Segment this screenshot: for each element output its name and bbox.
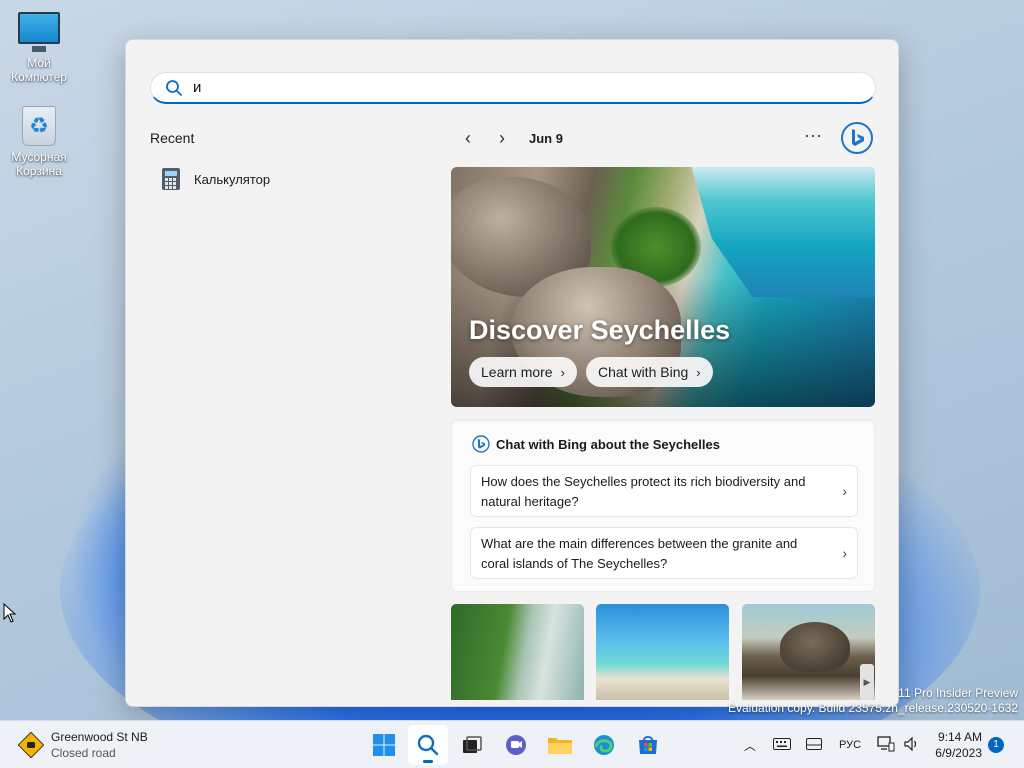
evaluation-watermark: 11 Pro Insider Preview Evaluation copy. … <box>728 686 1018 716</box>
pen-workspace-button[interactable] <box>798 737 830 753</box>
speaker-icon <box>904 736 917 751</box>
mouse-cursor-icon <box>3 603 17 623</box>
system-tray: ︿ РУС <box>734 721 922 768</box>
start-search-panel: Recent Калькулятор ‹ › Jun 9 ··· Discove… <box>125 39 899 707</box>
highlights-nav: ‹ › Jun 9 ··· <box>451 121 875 155</box>
hero-card[interactable]: Discover Seychelles Learn more › Chat wi… <box>451 167 875 407</box>
watermark-line-1: 11 Pro Insider Preview <box>898 686 1018 700</box>
chevron-right-icon: › <box>842 545 847 561</box>
previous-button[interactable]: ‹ <box>451 124 485 152</box>
question-text: What are the main differences between th… <box>481 536 798 571</box>
display-icon <box>806 737 822 750</box>
start-icon <box>373 734 395 756</box>
chevron-right-icon: › <box>499 127 505 148</box>
bing-button[interactable] <box>840 121 874 155</box>
traffic-status: Closed road <box>51 746 116 760</box>
thumbnail-beach[interactable] <box>596 604 729 700</box>
network-icon <box>877 735 895 751</box>
desktop-icon-label: Мусорная Корзина <box>11 150 67 178</box>
bing-chat-heading: Chat with Bing about the Seychelles <box>472 435 720 453</box>
task-view-icon <box>463 736 482 753</box>
touch-keyboard-button[interactable] <box>766 737 798 753</box>
desktop-icon-label: Мой Компютер <box>11 56 67 84</box>
search-input[interactable] <box>193 79 793 96</box>
search-icon <box>417 734 439 756</box>
computer-icon <box>18 12 60 52</box>
bing-question-1[interactable]: How does the Seychelles protect its rich… <box>470 465 858 517</box>
more-options-button[interactable]: ··· <box>799 124 827 152</box>
chevron-left-icon: ‹ <box>465 127 471 148</box>
chat-with-bing-label: Chat with Bing <box>598 364 689 380</box>
bing-chat-card: Chat with Bing about the Seychelles How … <box>451 420 875 592</box>
edge-icon <box>594 735 614 755</box>
learn-more-label: Learn more <box>481 364 553 380</box>
file-explorer-button[interactable] <box>540 725 580 765</box>
search-icon <box>166 79 182 96</box>
store-button[interactable] <box>628 725 668 765</box>
input-language-button[interactable]: РУС <box>830 739 870 751</box>
traffic-title: Greenwood St NB <box>51 730 148 744</box>
recent-heading: Recent <box>150 130 195 146</box>
desktop-icon-recycle-bin[interactable]: ♻ Мусорная Корзина <box>0 106 78 178</box>
learn-more-button[interactable]: Learn more › <box>469 357 577 387</box>
thumbnail-coast[interactable] <box>451 604 584 700</box>
taskbar-search-button[interactable] <box>408 725 448 765</box>
recent-item-calculator[interactable]: Калькулятор <box>162 166 270 192</box>
volume-button[interactable] <box>902 736 922 754</box>
bing-chat-heading-text: Chat with Bing about the Seychelles <box>496 436 720 452</box>
clock-time: 9:14 AM <box>937 730 982 744</box>
watermark-line-2: Evaluation copy. Build 23575.zn_release.… <box>728 701 1018 715</box>
edge-button[interactable] <box>584 725 624 765</box>
keyboard-icon <box>773 737 791 750</box>
desktop-icon-computer[interactable]: Мой Компютер <box>0 12 78 84</box>
calculator-icon <box>162 168 180 190</box>
chevron-right-icon: › <box>842 483 847 499</box>
network-button[interactable] <box>870 735 902 755</box>
chat-with-bing-button[interactable]: Chat with Bing › <box>586 357 713 387</box>
question-text: How does the Seychelles protect its rich… <box>481 474 806 509</box>
chat-icon <box>506 735 526 755</box>
highlights-date: Jun 9 <box>529 130 563 146</box>
clock-date: 6/9/2023 <box>935 746 982 760</box>
task-view-button[interactable] <box>452 725 492 765</box>
file-explorer-icon <box>548 738 572 754</box>
taskbar: Greenwood St NB Closed road ︿ РУС 9:14 A… <box>0 720 1024 768</box>
notification-badge[interactable]: 1 <box>988 737 1004 753</box>
more-icon: ··· <box>804 125 822 145</box>
bing-icon <box>852 129 864 146</box>
chat-button[interactable] <box>496 725 536 765</box>
chevron-right-icon: › <box>560 364 565 380</box>
show-hidden-icons-button[interactable]: ︿ <box>734 737 766 754</box>
chevron-right-icon: › <box>696 364 701 380</box>
bing-question-2[interactable]: What are the main differences between th… <box>470 527 858 579</box>
recycle-bin-icon: ♻ <box>22 106 56 146</box>
recent-item-label: Калькулятор <box>194 171 271 187</box>
traffic-widget[interactable]: Greenwood St NB Closed road <box>18 729 148 761</box>
bing-icon <box>472 435 490 453</box>
clock[interactable]: 9:14 AM 6/9/2023 <box>930 729 982 761</box>
chevron-up-icon: ︿ <box>743 738 756 753</box>
traffic-warning-icon <box>18 732 44 758</box>
store-icon <box>639 736 657 754</box>
taskbar-apps <box>362 725 670 765</box>
search-box[interactable] <box>150 72 876 104</box>
hero-title: Discover Seychelles <box>469 315 731 345</box>
next-button[interactable]: › <box>485 124 519 152</box>
hero-image-sea <box>691 167 875 297</box>
start-button[interactable] <box>364 725 404 765</box>
